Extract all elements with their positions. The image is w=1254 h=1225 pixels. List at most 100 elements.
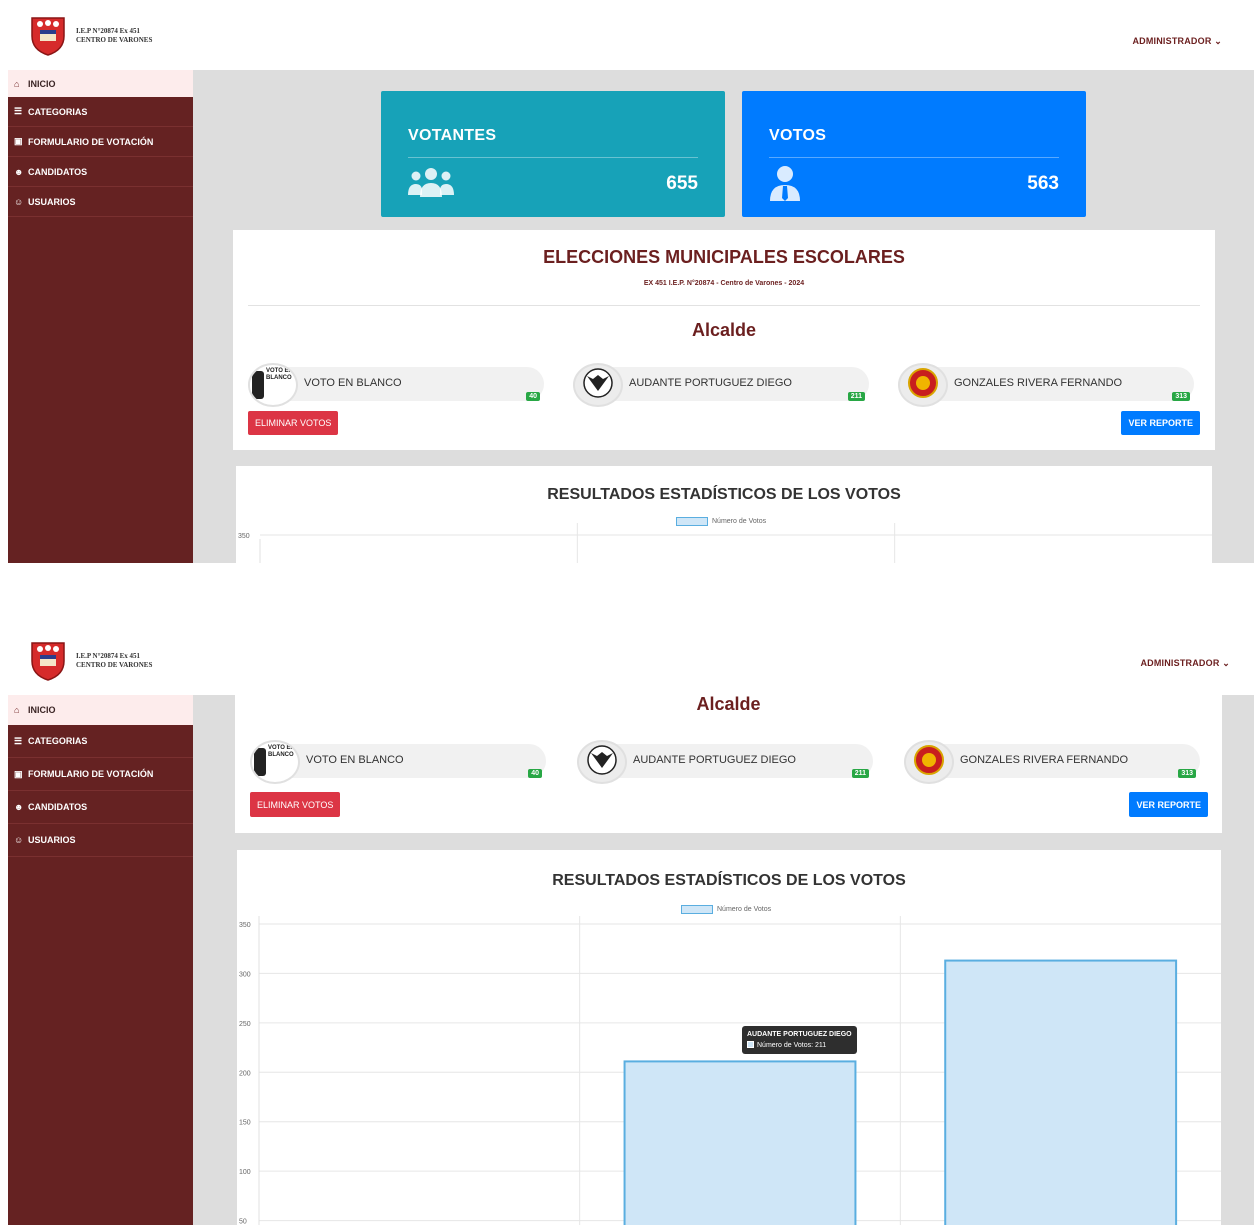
y-tick-label: 350 xyxy=(239,922,251,929)
chevron-down-icon: ⌄ xyxy=(1214,36,1222,46)
sidebar-item-label: CANDIDATOS xyxy=(28,802,88,812)
form-icon: ▣ xyxy=(14,136,23,146)
category-title: Alcalde xyxy=(691,320,757,340)
candidate-card[interactable]: VOTO EN BLANCO VOTO EN BLANCO 40 xyxy=(250,740,546,784)
school-shield-icon xyxy=(31,17,65,56)
category-title: Alcalde xyxy=(696,694,761,714)
view-report-button[interactable]: VER REPORTE xyxy=(1121,411,1200,435)
delete-votes-button[interactable]: ELIMINAR VOTOS xyxy=(248,411,339,435)
brand-line2: CENTRO DE VARONES xyxy=(76,661,153,669)
bar-1 xyxy=(623,1060,857,1225)
eagle-emblem-icon xyxy=(587,745,617,775)
users-group-icon: ☺ xyxy=(14,196,24,207)
brand-text: I.E.P N°20874 Ex 451 CENTRO DE VARONES xyxy=(76,652,152,670)
sidebar-item-label: USUARIOS xyxy=(28,196,76,207)
votos-count: 563 xyxy=(1027,173,1059,194)
election-title: ELECCIONES MUNICIPALES ESCOLARES xyxy=(543,247,905,267)
sidebar-item-label: INICIO xyxy=(28,78,56,89)
main-content: VOTANTES 655 VOTOS 563 ELECCIONES MUNICI… xyxy=(193,70,1254,563)
sidebar-item-formulario[interactable]: ▣ FORMULARIO DE VOTACIÓN xyxy=(8,127,193,157)
blank-vote-logo-text: VOTO EN BLANCO xyxy=(268,745,295,758)
top-navbar: I.E.P N°20874 Ex 451 CENTRO DE VARONES A… xyxy=(0,0,1254,70)
sidebar-item-categorias[interactable]: ☰ CATEGORIAS xyxy=(8,97,193,127)
bar-2 xyxy=(944,959,1178,1225)
sidebar-item-inicio[interactable]: ⌂ INICIO xyxy=(8,70,193,97)
screenshot-top: I.E.P N°20874 Ex 451 CENTRO DE VARONES A… xyxy=(0,0,1254,563)
lion-emblem-icon xyxy=(914,745,944,775)
candidate-card[interactable]: GONZALES RIVERA FERNANDO 313 xyxy=(904,740,1200,784)
form-icon: ▣ xyxy=(14,768,23,779)
users-icon: ☻ xyxy=(14,166,24,177)
y-tick-label: 250 xyxy=(239,1021,251,1028)
sidebar-item-label: CANDIDATOS xyxy=(28,166,88,177)
chart-panel: RESULTADOS ESTADÍSTICOS DE LOS VOTOS Núm… xyxy=(236,466,1212,563)
chart-canvas: 350300250200150100500 xyxy=(239,916,1221,1225)
sidebar-item-usuarios[interactable]: ☺ USUARIOS xyxy=(8,187,193,217)
vote-count-badge: 40 xyxy=(526,392,540,401)
brand-line2: CENTRO DE VARONES xyxy=(76,36,153,44)
user-menu[interactable]: ADMINISTRADOR ⌄ xyxy=(1132,36,1222,47)
users-icon xyxy=(408,168,454,197)
user-menu-label: ADMINISTRADOR xyxy=(1132,36,1212,46)
sidebar-item-label: FORMULARIO DE VOTACIÓN xyxy=(28,769,154,779)
chart-legend: Número de Votos xyxy=(681,905,771,914)
candidate-name: AUDANTE PORTUGUEZ DIEGO xyxy=(633,754,796,766)
y-tick-label: 150 xyxy=(239,1120,251,1127)
sidebar-item-usuarios[interactable]: ☺ USUARIOS xyxy=(8,824,193,857)
vote-count-badge: 313 xyxy=(1178,769,1196,778)
y-tick-label: 350 xyxy=(238,533,250,540)
y-tick-label: 100 xyxy=(239,1169,251,1176)
delete-votes-button[interactable]: ELIMINAR VOTOS xyxy=(250,792,341,817)
sidebar-item-label: CATEGORIAS xyxy=(28,106,88,117)
list-icon: ☰ xyxy=(14,106,23,116)
votantes-card: VOTANTES 655 xyxy=(381,91,725,217)
candidate-name: AUDANTE PORTUGUEZ DIEGO xyxy=(629,377,792,389)
sidebar-item-inicio[interactable]: ⌂ INICIO xyxy=(8,695,193,725)
brand-line1: I.E.P N°20874 Ex 451 xyxy=(76,652,141,660)
votos-title: VOTOS xyxy=(769,127,827,144)
y-tick-label: 300 xyxy=(239,971,251,978)
brand-logo[interactable]: I.E.P N°20874 Ex 451 CENTRO DE VARONES xyxy=(30,16,152,56)
screenshot-bottom: I.E.P N°20874 Ex 451 CENTRO DE VARONES A… xyxy=(0,637,1254,1225)
legend-swatch xyxy=(681,905,713,914)
lion-emblem-icon xyxy=(908,368,938,398)
chevron-down-icon: ⌄ xyxy=(1222,658,1230,668)
tooltip-swatch xyxy=(747,1041,754,1048)
candidate-card[interactable]: GONZALES RIVERA FERNANDO 313 xyxy=(898,363,1194,407)
tooltip-title: AUDANTE PORTUGUEZ DIEGO xyxy=(747,1031,852,1038)
chart-title: RESULTADOS ESTADÍSTICOS DE LOS VOTOS xyxy=(552,872,906,889)
sidebar-item-label: FORMULARIO DE VOTACIÓN xyxy=(28,136,154,147)
list-icon: ☰ xyxy=(14,735,23,746)
candidate-lion-logo xyxy=(898,363,948,407)
users-icon: ☻ xyxy=(14,802,24,812)
brand-line1: I.E.P N°20874 Ex 451 xyxy=(76,27,141,35)
election-panel: Alcalde VOTO EN BLANCO VOTO EN BLANCO 40… xyxy=(235,694,1222,833)
chart-title: RESULTADOS ESTADÍSTICOS DE LOS VOTOS xyxy=(547,486,901,503)
sidebar: ⌂ INICIO ☰ CATEGORIAS ▣ FORMULARIO DE VOTAC… xyxy=(8,695,193,1225)
vote-count-badge: 211 xyxy=(851,769,869,778)
user-menu[interactable]: ADMINISTRADOR ⌄ xyxy=(1140,658,1230,669)
candidate-card[interactable]: AUDANTE PORTUGUEZ DIEGO 211 xyxy=(577,740,873,784)
sidebar-item-formulario[interactable]: ▣ FORMULARIO DE VOTACIÓN xyxy=(8,758,193,791)
candidate-eagle-logo xyxy=(573,363,623,407)
home-icon: ⌂ xyxy=(14,705,20,715)
blank-vote-logo: VOTO EN BLANCO xyxy=(250,740,300,784)
sidebar-item-candidatos[interactable]: ☻ CANDIDATOS xyxy=(8,791,193,824)
top-navbar: I.E.P N°20874 Ex 451 CENTRO DE VARONES A… xyxy=(0,637,1254,697)
candidate-card[interactable]: AUDANTE PORTUGUEZ DIEGO 211 xyxy=(573,363,869,407)
candidate-eagle-logo xyxy=(577,740,627,784)
blank-vote-logo-text: VOTO EN BLANCO xyxy=(266,368,293,381)
candidate-lion-logo xyxy=(904,740,954,784)
sidebar-item-label: INICIO xyxy=(28,705,56,715)
eagle-emblem-icon xyxy=(583,368,613,398)
view-report-button[interactable]: VER REPORTE xyxy=(1129,792,1208,817)
user-menu-label: ADMINISTRADOR xyxy=(1140,658,1220,668)
candidate-card[interactable]: VOTO EN BLANCO VOTO EN BLANCO 40 xyxy=(248,363,544,407)
y-tick-label: 50 xyxy=(239,1219,247,1225)
election-subtitle: EX 451 I.E.P. N°20874 - Centro de Varone… xyxy=(643,280,805,287)
brand-logo[interactable]: I.E.P N°20874 Ex 451 CENTRO DE VARONES xyxy=(30,641,152,681)
tooltip-body: Número de Votos: 211 xyxy=(757,1042,827,1049)
candidate-name: VOTO EN BLANCO xyxy=(306,754,404,766)
sidebar-item-categorias[interactable]: ☰ CATEGORIAS xyxy=(8,725,193,758)
sidebar-item-candidatos[interactable]: ☻ CANDIDATOS xyxy=(8,157,193,187)
